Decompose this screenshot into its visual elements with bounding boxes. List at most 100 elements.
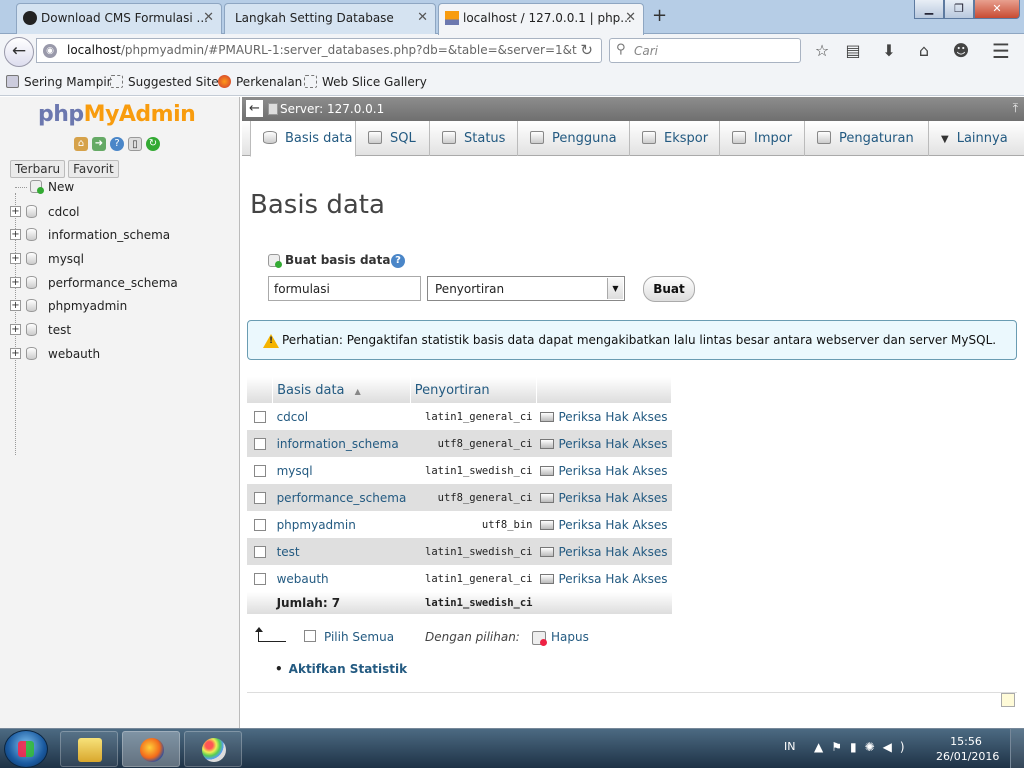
tree-db-mysql[interactable]: + mysql <box>8 248 236 272</box>
database-link[interactable]: phpmyadmin <box>272 511 411 538</box>
browser-tab-setting[interactable]: Langkah Setting Database ✕ <box>224 3 436 34</box>
check-privileges-link[interactable]: Periksa Hak Akses <box>536 457 672 484</box>
check-privileges-link[interactable]: Periksa Hak Akses <box>536 538 672 565</box>
database-link[interactable]: test <box>272 538 411 565</box>
check-privileges-link[interactable]: Periksa Hak Akses <box>536 511 672 538</box>
tab-import[interactable]: Impor <box>720 121 805 156</box>
browser-tab-cms[interactable]: Download CMS Formulasi ... ✕ <box>16 3 222 34</box>
expand-icon[interactable]: + <box>10 324 21 336</box>
row-checkbox[interactable] <box>253 437 266 450</box>
row-checkbox[interactable] <box>253 518 266 531</box>
start-button[interactable] <box>4 730 48 768</box>
phpmyadmin-logo[interactable]: phpMyAdmin <box>38 102 196 127</box>
tree-db-test[interactable]: + test <box>8 319 236 343</box>
system-tray-icons[interactable]: ▲⚑▮✺◀) <box>814 740 913 754</box>
system-clock[interactable]: 15:56 26/01/2016 <box>936 734 999 764</box>
close-window-icon[interactable]: ✕ <box>974 0 1020 19</box>
row-checkbox[interactable] <box>253 572 266 585</box>
database-link[interactable]: performance_schema <box>272 484 411 511</box>
expand-icon[interactable]: + <box>10 300 21 312</box>
delete-button[interactable]: Hapus <box>551 630 589 644</box>
console-icon[interactable] <box>1001 693 1015 707</box>
expand-icon[interactable]: + <box>10 276 21 288</box>
home-icon[interactable]: ⌂ <box>74 137 88 151</box>
check-privileges-link[interactable]: Periksa Hak Akses <box>536 565 672 592</box>
header-database[interactable]: Basis data ▲ <box>272 377 411 403</box>
check-privileges-link[interactable]: Periksa Hak Akses <box>536 484 672 511</box>
tab-sql[interactable]: SQL <box>356 121 430 156</box>
volume-icon[interactable]: ◀) <box>883 740 913 754</box>
tree-db-performance-schema[interactable]: + performance_schema <box>8 272 236 296</box>
check-privileges-link[interactable]: Periksa Hak Akses <box>536 430 672 457</box>
reload-icon[interactable]: ↻ <box>580 41 593 59</box>
close-tab-icon[interactable]: ✕ <box>625 4 636 32</box>
show-desktop-button[interactable] <box>1010 729 1024 768</box>
tab-users[interactable]: Pengguna <box>518 121 630 156</box>
database-link[interactable]: cdcol <box>272 403 411 430</box>
minimize-icon[interactable]: ▁ <box>914 0 944 19</box>
new-tab-icon[interactable]: + <box>652 5 667 27</box>
star-icon[interactable]: ☆ <box>811 41 833 61</box>
tree-db-information-schema[interactable]: + information_schema <box>8 224 236 248</box>
create-database-button[interactable]: Buat <box>643 276 695 302</box>
bookmark-perkenalan[interactable]: Perkenalan <box>218 75 302 89</box>
collapse-top-icon[interactable]: ⤒ <box>1013 101 1018 116</box>
tab-recent[interactable]: Terbaru <box>10 160 66 178</box>
database-link[interactable]: mysql <box>272 457 411 484</box>
enable-statistics-link[interactable]: • Aktifkan Statistik <box>275 662 407 676</box>
clipboard-icon[interactable]: ▤ <box>842 41 864 61</box>
download-icon[interactable]: ⬇ <box>878 41 900 61</box>
tab-settings[interactable]: Pengaturan <box>805 121 929 156</box>
refresh-icon[interactable]: ↻ <box>146 137 160 151</box>
expand-icon[interactable]: + <box>10 205 21 217</box>
help-icon[interactable]: ? <box>391 254 405 268</box>
database-link[interactable]: information_schema <box>272 430 411 457</box>
battery-icon[interactable]: ▮ <box>850 740 865 754</box>
search-input[interactable]: ⚲ Cari <box>609 38 801 63</box>
logout-icon[interactable]: ➜ <box>92 137 106 151</box>
database-link[interactable]: webauth <box>272 565 411 592</box>
database-name-input[interactable] <box>268 276 421 301</box>
row-checkbox[interactable] <box>253 410 266 423</box>
select-all-checkbox[interactable] <box>304 630 316 642</box>
taskbar-explorer[interactable] <box>60 731 118 767</box>
url-bar[interactable]: ◉ localhost/phpmyadmin/#PMAURL-1:server_… <box>36 38 602 63</box>
dropdown-arrow-icon[interactable]: ▼ <box>607 278 623 299</box>
home-icon[interactable]: ⌂ <box>913 41 935 61</box>
tab-favorite[interactable]: Favorit <box>68 160 119 178</box>
back-icon[interactable]: ← <box>4 37 34 67</box>
check-privileges-link[interactable]: Periksa Hak Akses <box>536 403 672 430</box>
tab-more[interactable]: ▼ Lainnya <box>929 121 1024 156</box>
collation-select[interactable]: Penyortiran ▼ <box>427 276 625 301</box>
tree-db-cdcol[interactable]: + cdcol <box>8 201 236 225</box>
bookmark-sering-mampir[interactable]: Sering Mampir <box>6 75 112 89</box>
chat-icon[interactable]: ☻ <box>950 41 972 61</box>
bookmark-suggested-sites[interactable]: Suggested Sites <box>110 75 225 89</box>
browser-tab-phpmyadmin[interactable]: localhost / 127.0.0.1 | php... ✕ <box>438 3 644 35</box>
expand-icon[interactable]: + <box>10 229 21 241</box>
expand-icon[interactable]: + <box>10 253 21 265</box>
taskbar-paint[interactable] <box>184 731 242 767</box>
flag-icon[interactable]: ⚑ <box>831 740 850 754</box>
row-checkbox[interactable] <box>253 464 266 477</box>
tab-status[interactable]: Status <box>430 121 518 156</box>
docs-icon[interactable]: ▯ <box>128 137 142 151</box>
server-label[interactable]: Server: 127.0.0.1 <box>280 102 384 116</box>
row-checkbox[interactable] <box>253 545 266 558</box>
input-language[interactable]: IN <box>784 740 795 753</box>
close-tab-icon[interactable]: ✕ <box>203 4 214 32</box>
row-checkbox[interactable] <box>253 491 266 504</box>
close-tab-icon[interactable]: ✕ <box>417 4 428 32</box>
collapse-nav-icon[interactable]: ← <box>246 100 263 117</box>
expand-icon[interactable]: + <box>10 347 21 359</box>
network-icon[interactable]: ✺ <box>865 740 883 754</box>
maximize-icon[interactable]: ❐ <box>944 0 974 19</box>
tree-new-database[interactable]: New <box>8 177 236 201</box>
taskbar-firefox[interactable] <box>122 731 180 767</box>
help-icon[interactable]: ? <box>110 137 124 151</box>
menu-icon[interactable]: ☰ <box>990 41 1012 61</box>
tree-db-webauth[interactable]: + webauth <box>8 343 236 367</box>
header-collation[interactable]: Penyortiran <box>410 377 537 403</box>
delete-icon[interactable] <box>532 631 547 646</box>
select-all-label[interactable]: Pilih Semua <box>324 630 394 644</box>
